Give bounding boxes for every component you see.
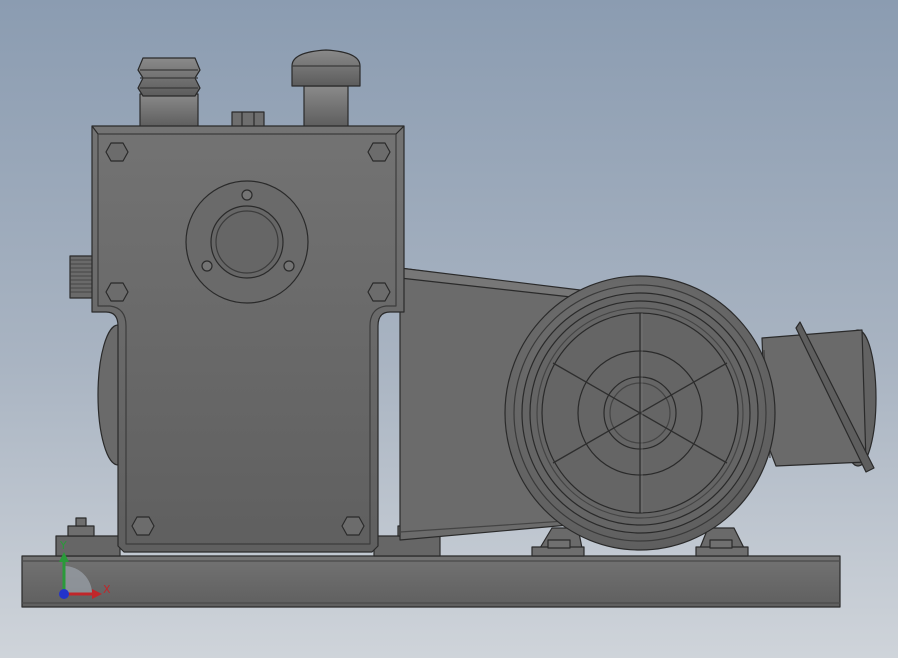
inlet-nozzle[interactable]	[137, 57, 201, 129]
y-axis-label: Y	[60, 539, 67, 552]
exhaust-cap[interactable]	[291, 49, 361, 129]
z-axis-dot	[59, 589, 69, 599]
motor-fan-cover[interactable]	[521, 292, 759, 534]
cad-graphics-viewport[interactable]: X Y	[0, 0, 898, 658]
terminal-box[interactable]	[761, 321, 877, 473]
bolt-top-left[interactable]	[105, 142, 129, 162]
bolt-bottom-left[interactable]	[131, 516, 155, 536]
side-knob[interactable]	[69, 255, 95, 299]
bolt-mid-left[interactable]	[105, 282, 129, 302]
shaft-flange[interactable]	[185, 180, 309, 304]
vacuum-pump-model[interactable]	[0, 0, 898, 658]
bolt-top-right[interactable]	[367, 142, 391, 162]
nut-left[interactable]	[67, 517, 95, 537]
bolt-bottom-right[interactable]	[341, 516, 365, 536]
base-rail[interactable]	[21, 555, 841, 608]
bolt-mid-right[interactable]	[367, 282, 391, 302]
x-axis-label: X	[103, 583, 111, 596]
